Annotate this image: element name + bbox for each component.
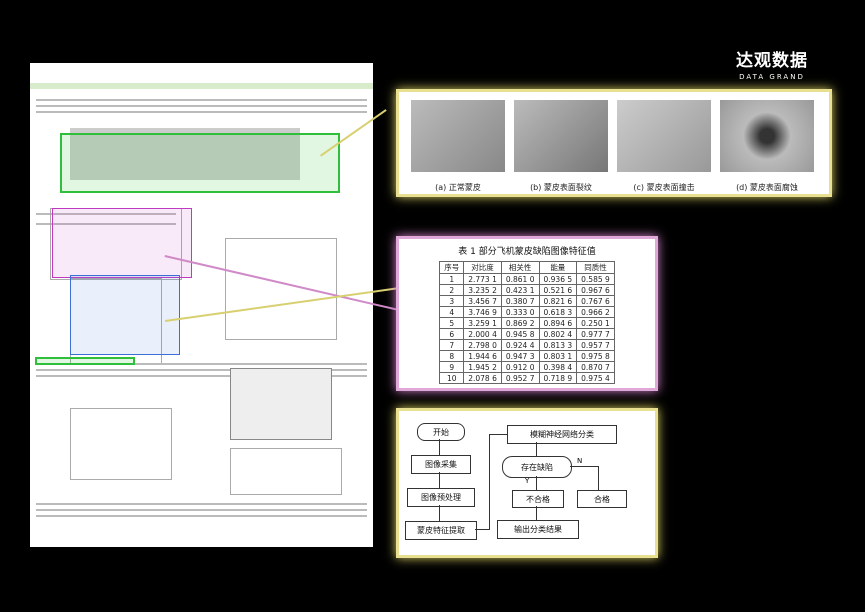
table-cell: 2.078 6 xyxy=(463,372,502,384)
highlight-heading xyxy=(35,357,135,365)
table-row: 8 1.944 6 0.947 3 0.803 1 0.975 8 xyxy=(439,350,615,362)
table-cell: 0.398 4 xyxy=(538,361,578,373)
flow-feature: 蒙皮特征提取 xyxy=(405,521,477,540)
caption-a: (a) 正常蒙皮 xyxy=(435,183,481,192)
table-cell: 0.894 6 xyxy=(538,317,578,329)
table-row: 10 2.078 6 0.952 7 0.718 9 0.975 4 xyxy=(439,372,615,384)
table-cell: 0.802 4 xyxy=(538,328,578,340)
table-cell: 1.945 2 xyxy=(463,361,502,373)
table-cell: 1.944 6 xyxy=(463,350,502,362)
table-cell: 10 xyxy=(439,372,465,384)
flow-start: 开始 xyxy=(417,423,465,441)
caption-c: (c) 蒙皮表面撞击 xyxy=(633,183,695,192)
flow-y: Y xyxy=(525,477,530,485)
table-cell: 0.967 6 xyxy=(576,284,615,296)
logo-cn: 达观数据 xyxy=(736,51,808,71)
table-cell: 3.259 1 xyxy=(463,317,502,329)
table-row: 5 3.259 1 0.869 2 0.894 6 0.250 1 xyxy=(439,317,615,329)
table-row: 3 3.456 7 0.380 7 0.821 6 0.767 6 xyxy=(439,295,615,307)
table-cell: 0.813 3 xyxy=(538,339,578,351)
table-row: 4 3.746 9 0.333 0 0.618 3 0.966 2 xyxy=(439,306,615,318)
flow-pass: 合格 xyxy=(577,490,627,508)
table-cell: 3.456 7 xyxy=(463,295,502,307)
table-header-cell: 同质性 xyxy=(576,261,615,274)
photo-normal xyxy=(411,100,505,172)
feature-table: 序号 对比度 相关性 能量 同质性 1 2.773 1 0.861 0 0.936 5 0.58… xyxy=(439,261,615,384)
table-cell: 7 xyxy=(439,339,465,351)
table-cell: 0.618 3 xyxy=(538,306,578,318)
highlight-figure xyxy=(60,133,340,193)
table-cell: 0.945 8 xyxy=(500,328,540,340)
table-cell: 0.952 7 xyxy=(500,372,540,384)
table-cell: 0.912 0 xyxy=(500,361,540,373)
table-cell: 0.803 1 xyxy=(538,350,578,362)
table-header-cell: 能量 xyxy=(538,261,578,274)
photo-crack xyxy=(514,100,608,172)
table-cell: 0.947 3 xyxy=(500,350,540,362)
table-header-cell: 序号 xyxy=(439,261,465,274)
table-cell: 4 xyxy=(439,306,465,318)
flowchart-panel: 开始 图像采集 图像预处理 蒙皮特征提取 模糊神经网络分类 存在缺陷 Y N 不… xyxy=(396,408,658,558)
table-header-cell: 相关性 xyxy=(500,261,540,274)
table-cell: 0.585 9 xyxy=(576,273,615,285)
flow-output: 输出分类结果 xyxy=(497,520,579,539)
table-cell: 2 xyxy=(439,284,465,296)
table-cell: 0.333 0 xyxy=(500,306,540,318)
table-cell: 2.000 4 xyxy=(463,328,502,340)
flow-preprocess: 图像预处理 xyxy=(407,488,475,507)
table-cell: 0.521 6 xyxy=(538,284,578,296)
table-cell: 0.869 2 xyxy=(500,317,540,329)
flow-fail: 不合格 xyxy=(512,490,564,508)
photo-impact xyxy=(617,100,711,172)
table-cell: 2.798 0 xyxy=(463,339,502,351)
table-cell: 0.767 6 xyxy=(576,295,615,307)
table-cell: 3.235 2 xyxy=(463,284,502,296)
table-row: 7 2.798 0 0.924 4 0.813 3 0.957 7 xyxy=(439,339,615,351)
table-cell: 0.250 1 xyxy=(576,317,615,329)
table-cell: 5 xyxy=(439,317,465,329)
table-cell: 0.975 4 xyxy=(576,372,615,384)
table-cell: 0.861 0 xyxy=(500,273,540,285)
table-cell: 0.936 5 xyxy=(538,273,578,285)
table-cell: 0.718 9 xyxy=(538,372,578,384)
table-cell: 0.966 2 xyxy=(576,306,615,318)
table-cell: 0.957 7 xyxy=(576,339,615,351)
table-row: 2 3.235 2 0.423 1 0.521 6 0.967 6 xyxy=(439,284,615,296)
table-row: 6 2.000 4 0.945 8 0.802 4 0.977 7 xyxy=(439,328,615,340)
table-cell: 3 xyxy=(439,295,465,307)
logo-en: DATA GRAND xyxy=(739,73,805,81)
table-header-cell: 对比度 xyxy=(463,261,502,274)
table-cell: 0.423 1 xyxy=(500,284,540,296)
table-cell: 0.924 4 xyxy=(500,339,540,351)
figure-panel: (a) 正常蒙皮 (b) 蒙皮表面裂纹 (c) 蒙皮表面撞击 (d) 蒙皮表面腐… xyxy=(396,89,832,197)
flow-acquire: 图像采集 xyxy=(411,455,471,474)
caption-d: (d) 蒙皮表面腐蚀 xyxy=(736,183,798,192)
table-cell: 3.746 9 xyxy=(463,306,502,318)
flow-defect: 存在缺陷 xyxy=(502,456,572,478)
table-cell: 1 xyxy=(439,273,465,285)
table-cell: 6 xyxy=(439,328,465,340)
photo-corrosion xyxy=(720,100,814,172)
table-row: 9 1.945 2 0.912 0 0.398 4 0.870 7 xyxy=(439,361,615,373)
table-cell: 2.773 1 xyxy=(463,273,502,285)
caption-b: (b) 蒙皮表面裂纹 xyxy=(530,183,592,192)
table-cell: 0.870 7 xyxy=(576,361,615,373)
table-cell: 9 xyxy=(439,361,465,373)
table-cell: 0.977 7 xyxy=(576,328,615,340)
highlight-flowchart xyxy=(70,275,180,355)
highlight-table xyxy=(52,208,192,278)
datagrand-logo: 达观数据 DATA GRAND xyxy=(736,46,808,81)
table-cell: 0.975 8 xyxy=(576,350,615,362)
table-panel: 表 1 部分飞机蒙皮缺陷图像特征值 序号 对比度 相关性 能量 同质性 1 2.773 1… xyxy=(396,236,658,391)
table-cell: 0.821 6 xyxy=(538,295,578,307)
flow-classify: 模糊神经网络分类 xyxy=(507,425,617,444)
table-row: 1 2.773 1 0.861 0 0.936 5 0.585 9 xyxy=(439,273,615,285)
flow-n: N xyxy=(577,457,583,465)
table-cell: 8 xyxy=(439,350,465,362)
table-cell: 0.380 7 xyxy=(500,295,540,307)
table-title: 表 1 部分飞机蒙皮缺陷图像特征值 xyxy=(458,247,596,257)
